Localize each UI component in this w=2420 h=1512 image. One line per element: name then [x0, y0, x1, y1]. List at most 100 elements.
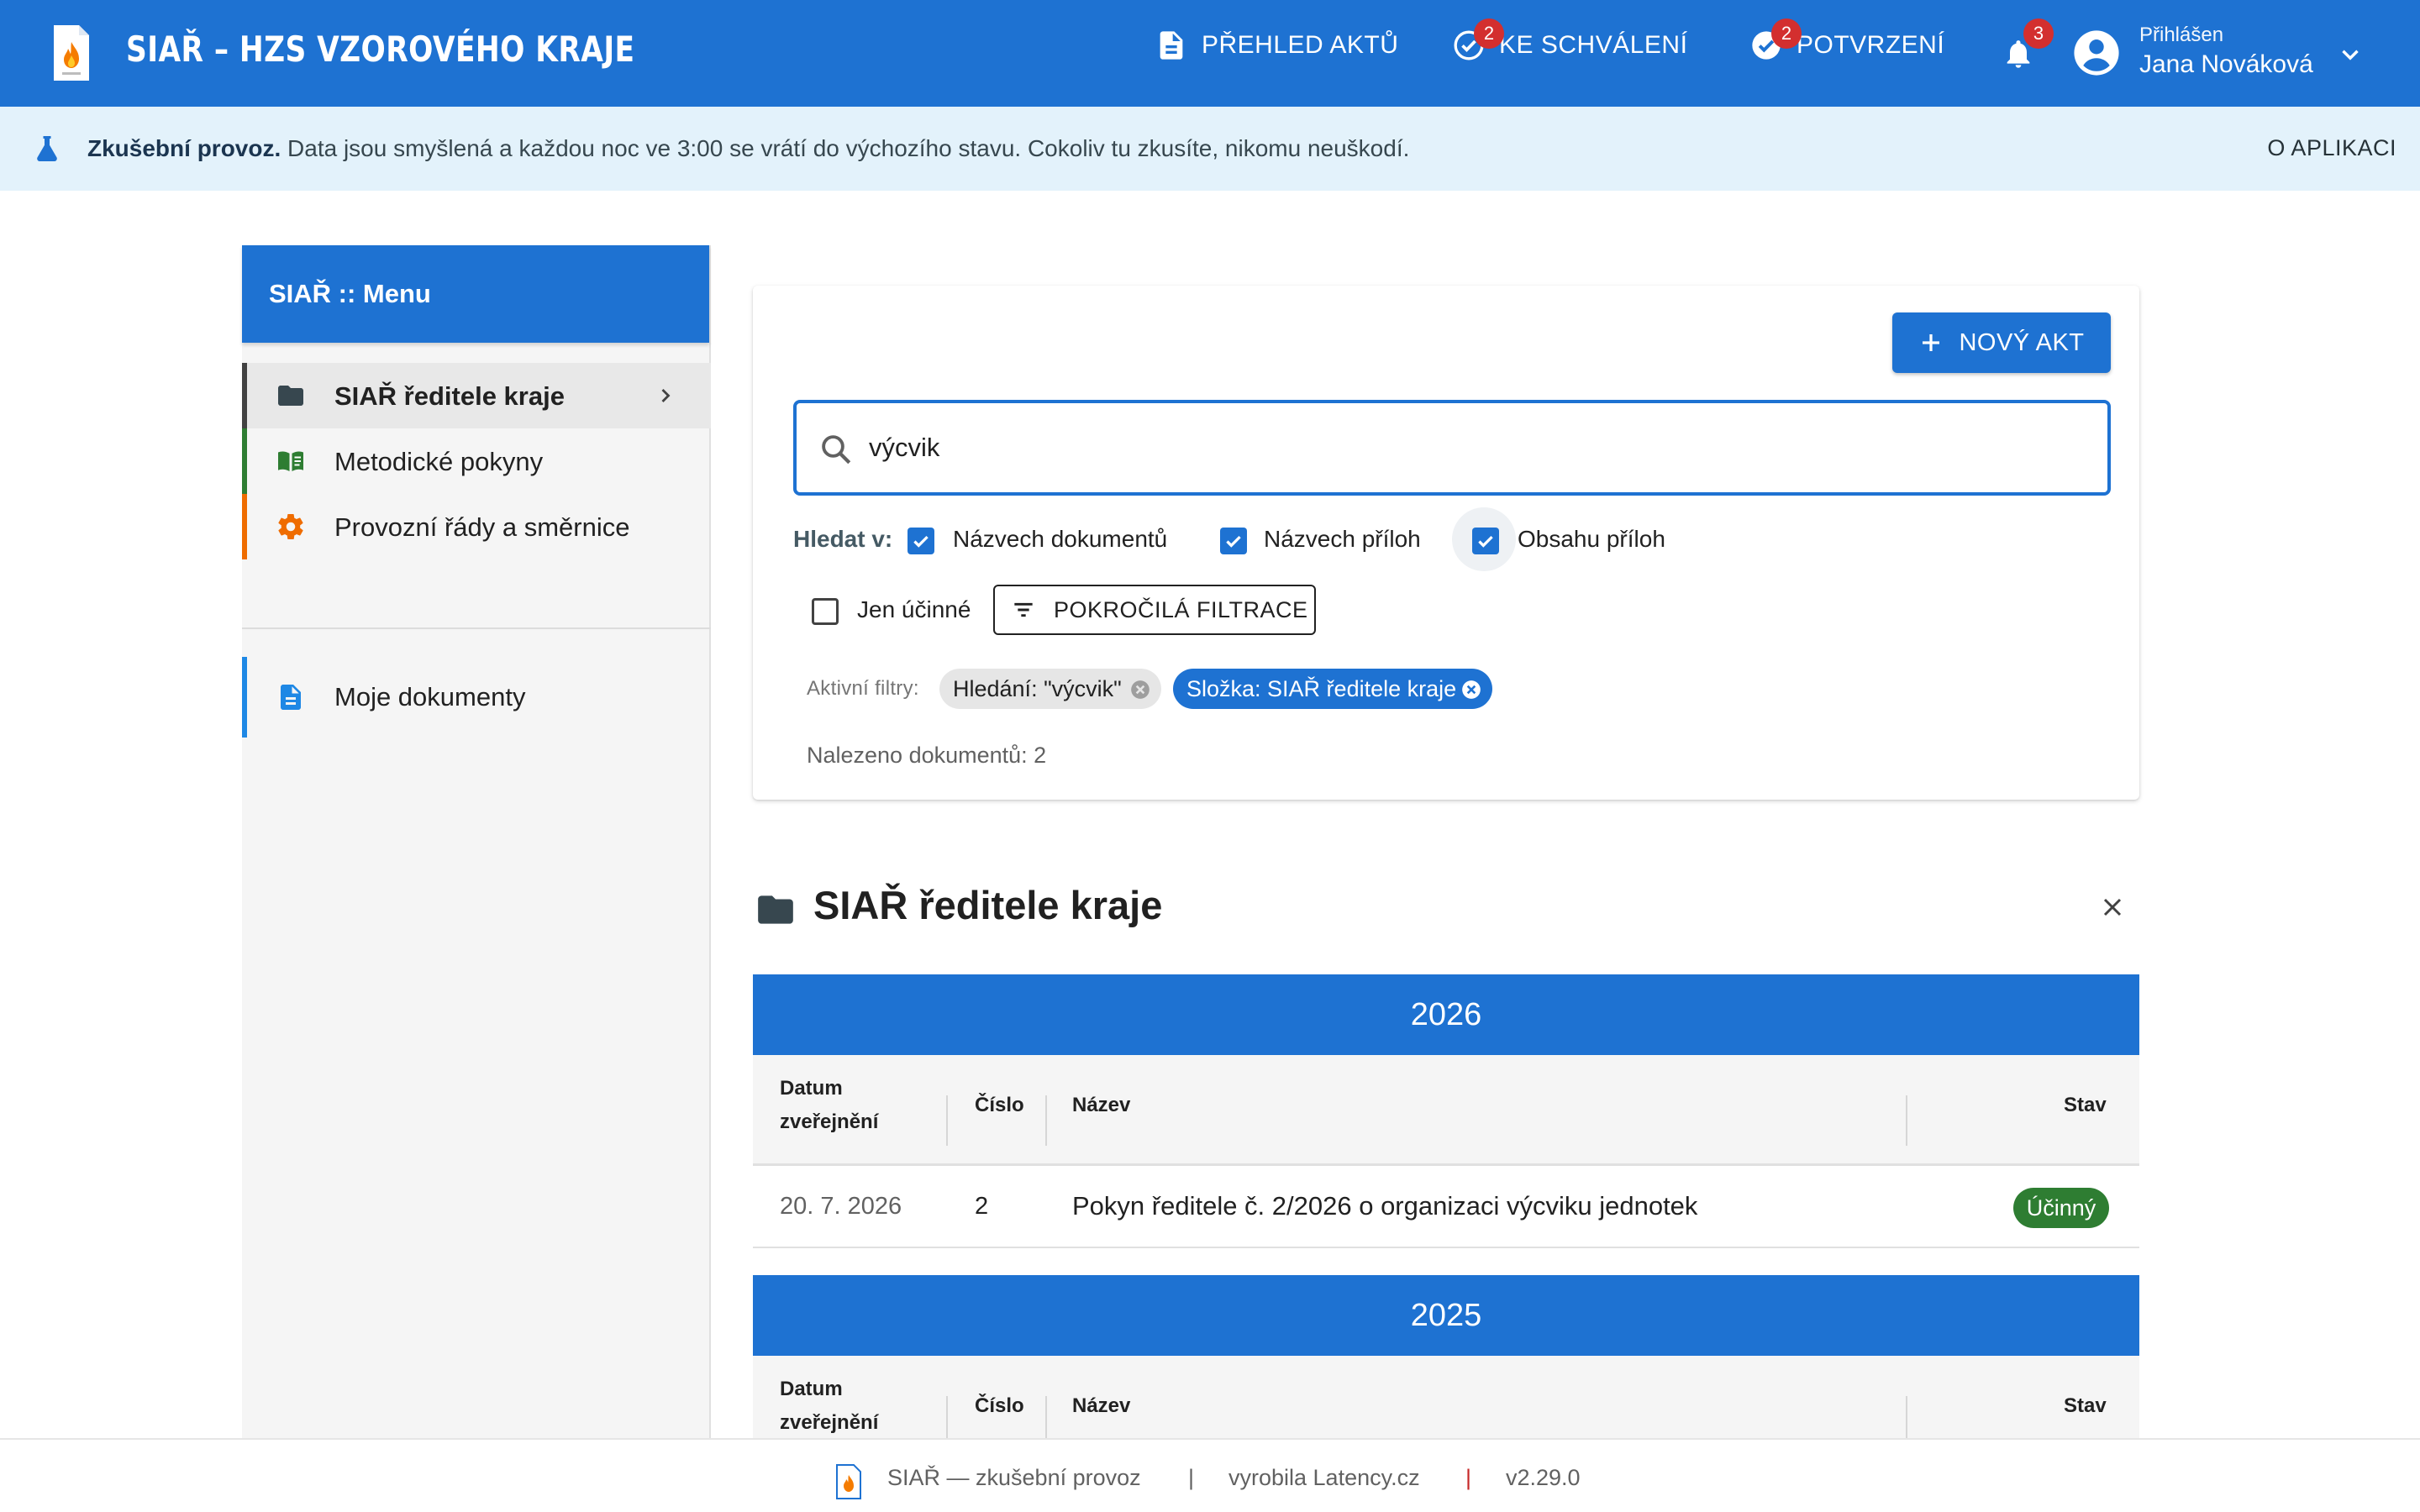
book-icon: [278, 451, 303, 471]
checkbox-label[interactable]: Obsahu příloh: [1518, 526, 1665, 553]
sidebar-item-accent: [242, 494, 247, 559]
notification-count-badge: 3: [2023, 18, 2054, 49]
sidebar-item-accent: [242, 657, 247, 738]
sidebar-divider: [242, 627, 711, 629]
top-app-bar: SIAŘ – HZS VZOROVÉHO KRAJE PŘEHLED AKTŮ …: [0, 0, 2420, 107]
search-field[interactable]: [793, 400, 2111, 496]
sidebar-item-label: Provozní řády a směrnice: [334, 512, 630, 542]
folder-icon: [278, 386, 303, 406]
chevron-down-icon[interactable]: [2336, 40, 2365, 69]
nav-label: PŘEHLED AKTŮ: [1202, 31, 1399, 59]
footer: SIAŘ — zkušební provoz | vyrobila Latenc…: [0, 1438, 2420, 1512]
table-row[interactable]: 20. 7. 2026 2 Pokyn ředitele č. 2/2026 o…: [753, 1166, 2139, 1248]
advanced-filter-button[interactable]: POKROČILÁ FILTRACE: [993, 585, 1316, 635]
sidebar-item-siar-reditele-kraje[interactable]: SIAŘ ředitele kraje: [242, 363, 711, 428]
table-header: Datum zveřejnění Číslo Název Stav: [753, 1055, 2139, 1166]
checkbox-obsahu-priloh[interactable]: [1472, 528, 1499, 554]
year-group-header: 2026: [753, 974, 2139, 1055]
trial-notice-banner: Zkušební provoz. Data jsou smyšlená a ka…: [0, 107, 2420, 191]
user-logged-in-label: Přihlášen: [2139, 24, 2224, 46]
column-date-line2[interactable]: zveřejnění: [780, 1411, 878, 1435]
column-number[interactable]: Číslo: [975, 1094, 1024, 1117]
sidebar-item-accent: [242, 363, 247, 428]
footer-separator: |: [1465, 1465, 1472, 1490]
check-icon: [913, 535, 929, 548]
check-icon: [1226, 535, 1241, 548]
document-icon: [1160, 31, 1183, 60]
search-input[interactable]: [869, 422, 2045, 474]
notice-body: Data jsou smyšlená a každou noc ve 3:00 …: [281, 135, 1410, 161]
checkbox-label[interactable]: Názvech dokumentů: [953, 526, 1167, 553]
flask-icon: [37, 136, 57, 161]
row-number: 2: [975, 1193, 989, 1220]
user-name[interactable]: Jana Nováková: [2139, 50, 2313, 79]
row-date: 20. 7. 2026: [780, 1193, 902, 1220]
folder-icon: [758, 895, 793, 924]
document-icon: [281, 685, 301, 710]
confirmation-count-badge: 2: [1771, 18, 1802, 49]
chip-label: Hledání: "výcvik": [953, 675, 1122, 701]
column-separator: [946, 1095, 948, 1146]
column-number[interactable]: Číslo: [975, 1394, 1024, 1418]
gear-icon: [278, 514, 303, 540]
checkbox-jen-ucinne[interactable]: [812, 598, 839, 625]
sidebar-item-label: Metodické pokyny: [334, 447, 544, 476]
search-in-label: Hledat v:: [793, 526, 893, 552]
row-title[interactable]: Pokyn ředitele č. 2/2026 o organizaci vý…: [1072, 1191, 1697, 1221]
close-icon[interactable]: [2097, 892, 2128, 922]
column-status[interactable]: Stav: [2064, 1094, 2107, 1117]
avatar[interactable]: [2072, 29, 2121, 77]
advanced-filter-label: POKROČILÁ FILTRACE: [1054, 596, 1308, 622]
checkbox-label[interactable]: Názvech příloh: [1264, 526, 1421, 553]
app-logo-icon[interactable]: [50, 24, 92, 82]
folder-title: SIAŘ ředitele kraje: [813, 883, 1163, 927]
column-separator: [1906, 1095, 1907, 1146]
sidebar-title: SIAŘ :: Menu: [242, 245, 709, 343]
plus-icon: [1923, 334, 1940, 351]
remove-filter-icon[interactable]: [1460, 679, 1482, 701]
footer-app: SIAŘ — zkušební provoz: [887, 1465, 1141, 1490]
footer-version: v2.29.0: [1506, 1465, 1581, 1490]
column-name[interactable]: Název: [1072, 1394, 1130, 1418]
filter-chip-search: Hledání: "výcvik": [939, 669, 1161, 709]
sidebar-item-moje-dokumenty[interactable]: Moje dokumenty: [242, 657, 711, 738]
sidebar-item-metodicke-pokyny[interactable]: Metodické pokyny: [242, 428, 711, 494]
chevron-right-icon: [661, 389, 671, 402]
column-name[interactable]: Název: [1072, 1094, 1130, 1117]
nav-label: POTVRZENÍ: [1797, 31, 1945, 59]
nav-label: KE SCHVÁLENÍ: [1499, 31, 1688, 59]
checkbox-nazvech-dokumentu[interactable]: [908, 528, 934, 554]
checkbox-nazvech-priloh[interactable]: [1220, 528, 1247, 554]
about-app-link[interactable]: O APLIKACI: [2267, 135, 2396, 161]
notice-bold: Zkušební provoz.: [87, 135, 281, 161]
active-filters-label: Aktivní filtry:: [807, 677, 919, 700]
search-card: NOVÝ AKT Hledat v: Názvech dokumentů Náz…: [753, 286, 2139, 800]
filter-chip-folder: Složka: SIAŘ ředitele kraje: [1173, 669, 1492, 709]
search-icon: [822, 435, 851, 465]
sidebar-item-provozni-rady[interactable]: Provozní řády a směrnice: [242, 494, 711, 559]
filter-icon: [1014, 602, 1033, 617]
nav-prehled-aktu[interactable]: PŘEHLED AKTŮ: [1155, 29, 1398, 62]
column-date[interactable]: Datum: [780, 1077, 843, 1100]
sidebar: SIAŘ :: Menu SIAŘ ředitele kraje Metodic…: [242, 245, 711, 1438]
checkbox-label[interactable]: Jen účinné: [857, 596, 971, 623]
new-act-label: NOVÝ AKT: [1959, 328, 2085, 356]
footer-separator: |: [1188, 1465, 1195, 1490]
column-separator: [1045, 1095, 1047, 1146]
notice-text: Zkušební provoz. Data jsou smyšlená a ka…: [87, 135, 1409, 162]
column-status[interactable]: Stav: [2064, 1394, 2107, 1418]
column-date[interactable]: Datum: [780, 1378, 843, 1401]
chip-label: Složka: SIAŘ ředitele kraje: [1186, 675, 1457, 701]
column-date-line2[interactable]: zveřejnění: [780, 1110, 878, 1134]
remove-filter-icon[interactable]: [1129, 679, 1151, 701]
sidebar-item-label: Moje dokumenty: [334, 682, 526, 711]
check-icon: [1478, 535, 1493, 548]
app-title[interactable]: SIAŘ – HZS VZOROVÉHO KRAJE: [126, 29, 634, 70]
footer-maker-link[interactable]: vyrobila Latency.cz: [1228, 1465, 1420, 1491]
approval-count-badge: 2: [1474, 18, 1504, 49]
sidebar-item-label: SIAŘ ředitele kraje: [334, 381, 565, 411]
new-act-button[interactable]: NOVÝ AKT: [1892, 312, 2111, 373]
results-count: Nalezeno dokumentů: 2: [807, 743, 1047, 768]
sidebar-item-accent: [242, 428, 247, 494]
app-logo-icon: [836, 1464, 861, 1499]
